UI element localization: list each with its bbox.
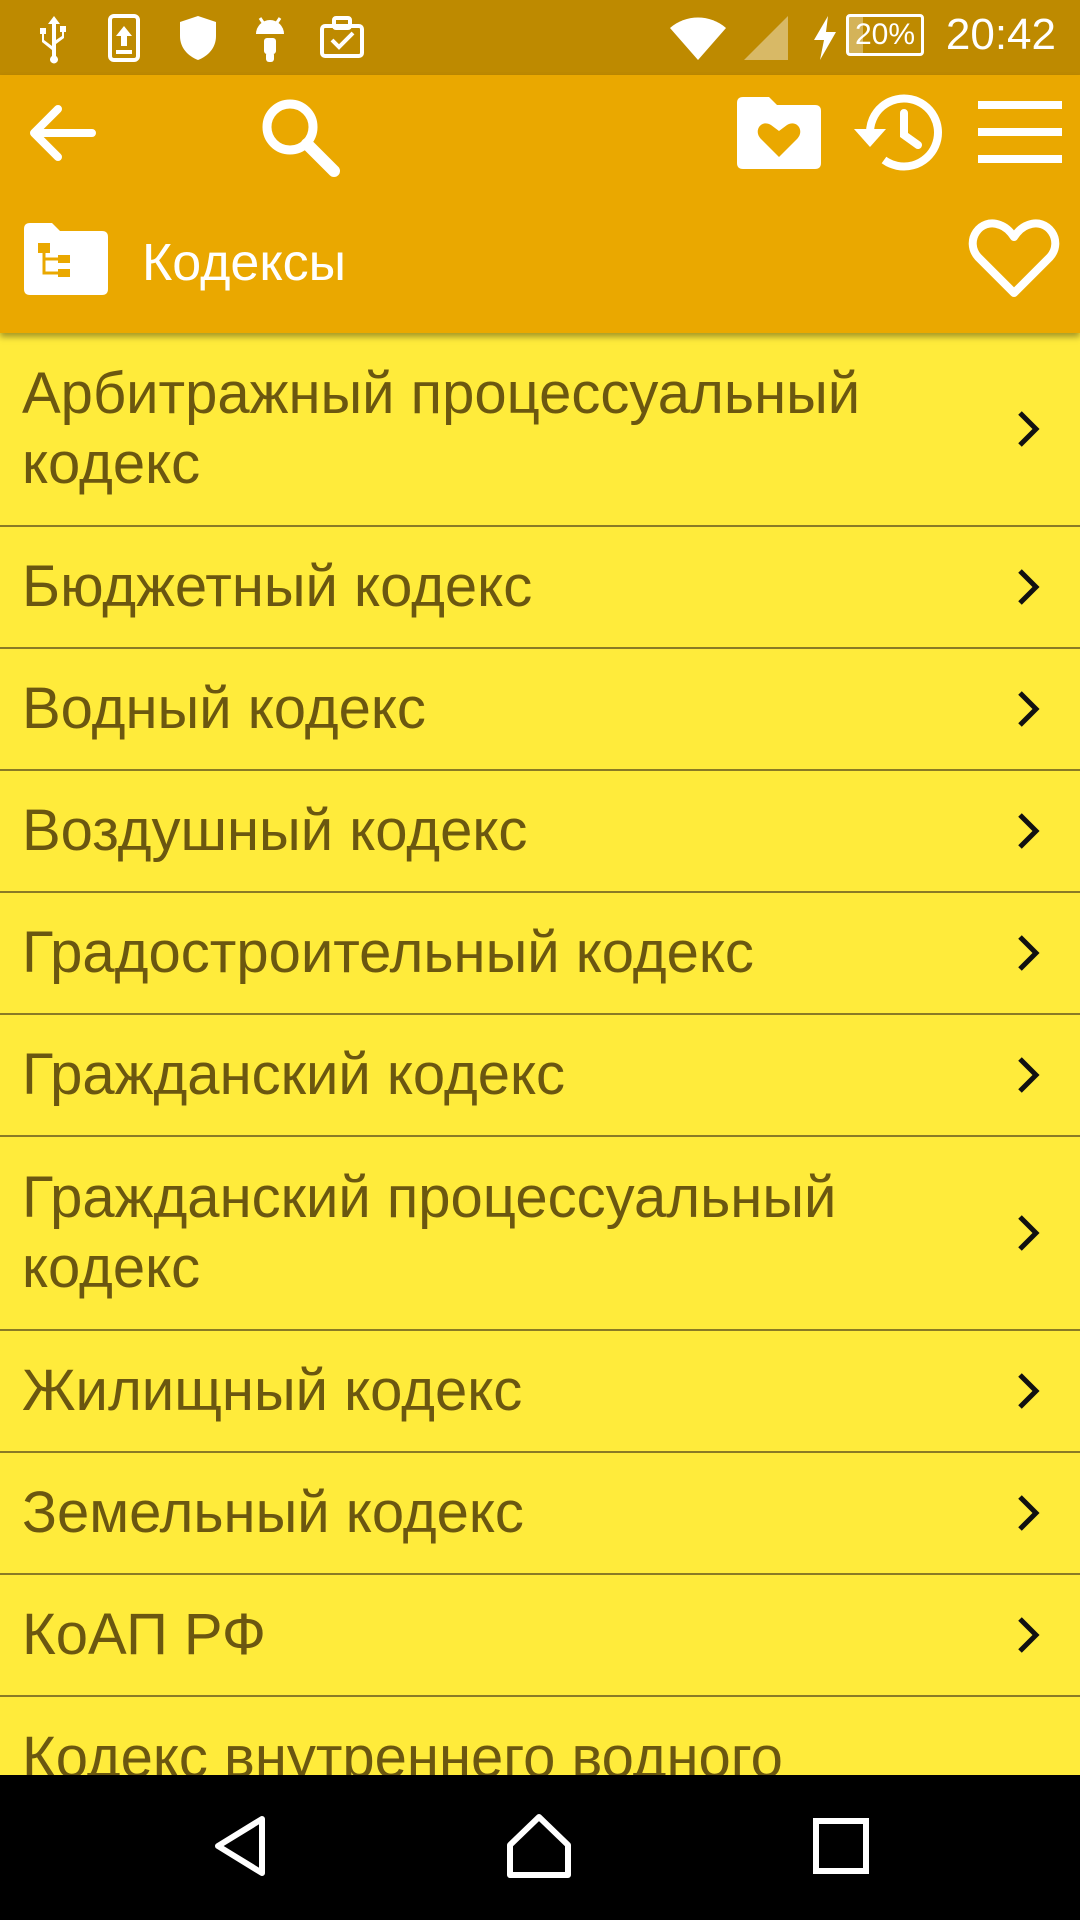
list-item[interactable]: Кодекс внутреннего водного транспорта (0, 1697, 1080, 1775)
list-item[interactable]: Бюджетный кодекс (0, 527, 1080, 649)
list-item-label: КоАП РФ (22, 1602, 267, 1667)
list-item[interactable]: Гражданский кодекс (0, 1015, 1080, 1137)
list-item-label: Градостроительный кодекс (22, 920, 754, 985)
battery-percent: 20% (854, 18, 916, 51)
list-item[interactable]: Жилищный кодекс (0, 1331, 1080, 1453)
list-item-label: Бюджетный кодекс (22, 554, 533, 619)
list-item-label: Воздушный кодекс (22, 798, 528, 863)
status-bar: 20% 20:42 (0, 0, 1080, 75)
list-item-label: Земельный кодекс (22, 1480, 524, 1545)
folder-tree-icon (24, 223, 108, 295)
navigation-bar (0, 1775, 1080, 1920)
chevron-right-icon (1018, 1215, 1040, 1251)
menu-icon[interactable] (976, 99, 1064, 165)
chevron-right-icon (1018, 1373, 1040, 1409)
clock: 20:42 (945, 10, 1056, 59)
charging-icon (814, 16, 836, 60)
list-item-label: Водный кодекс (22, 676, 426, 741)
favorites-folder-icon[interactable] (733, 93, 825, 173)
codes-list: Арбитражный процессуальный кодекс Бюджет… (0, 333, 1080, 1775)
nav-recents-icon[interactable] (806, 1811, 876, 1881)
list-item[interactable]: Арбитражный процессуальный кодекс (0, 333, 1080, 527)
list-item-label: Кодекс внутреннего водного транспорта (22, 1725, 783, 1775)
signal-icon (744, 16, 788, 60)
back-arrow-icon[interactable] (20, 93, 100, 173)
list-item-label: Гражданский процессуальный кодекс (22, 1165, 837, 1300)
battery-indicator: 20% (846, 14, 924, 56)
wifi-icon (670, 17, 726, 60)
list-item[interactable]: Земельный кодекс (0, 1453, 1080, 1575)
nav-home-icon[interactable] (504, 1811, 574, 1881)
chevron-right-icon (1018, 1495, 1040, 1531)
history-icon[interactable] (850, 89, 946, 177)
nav-back-icon[interactable] (206, 1811, 276, 1881)
list-item-label: Арбитражный процессуальный кодекс (22, 361, 861, 496)
android-icon (256, 17, 284, 62)
chevron-right-icon (1018, 1057, 1040, 1093)
heart-outline-icon[interactable] (966, 217, 1062, 301)
chevron-right-icon (1018, 935, 1040, 971)
list-item-label: Жилищный кодекс (22, 1358, 523, 1423)
list-item[interactable]: КоАП РФ (0, 1575, 1080, 1697)
usb-icon (40, 16, 66, 64)
shield-icon (180, 16, 216, 60)
chevron-right-icon (1018, 569, 1040, 605)
briefcase-check-icon (320, 16, 364, 58)
list-item[interactable]: Градостроительный кодекс (0, 893, 1080, 1015)
chevron-right-icon (1018, 1617, 1040, 1653)
chevron-right-icon (1018, 691, 1040, 727)
search-icon[interactable] (254, 91, 344, 181)
list-item[interactable]: Водный кодекс (0, 649, 1080, 771)
list-item[interactable]: Воздушный кодекс (0, 771, 1080, 893)
app-toolbar: Кодексы (0, 75, 1080, 333)
upload-icon (108, 14, 140, 62)
chevron-right-icon (1018, 813, 1040, 849)
page-title: Кодексы (142, 234, 347, 292)
list-item-label: Гражданский кодекс (22, 1042, 566, 1107)
chevron-right-icon (1018, 411, 1040, 447)
list-item[interactable]: Гражданский процессуальный кодекс (0, 1137, 1080, 1331)
